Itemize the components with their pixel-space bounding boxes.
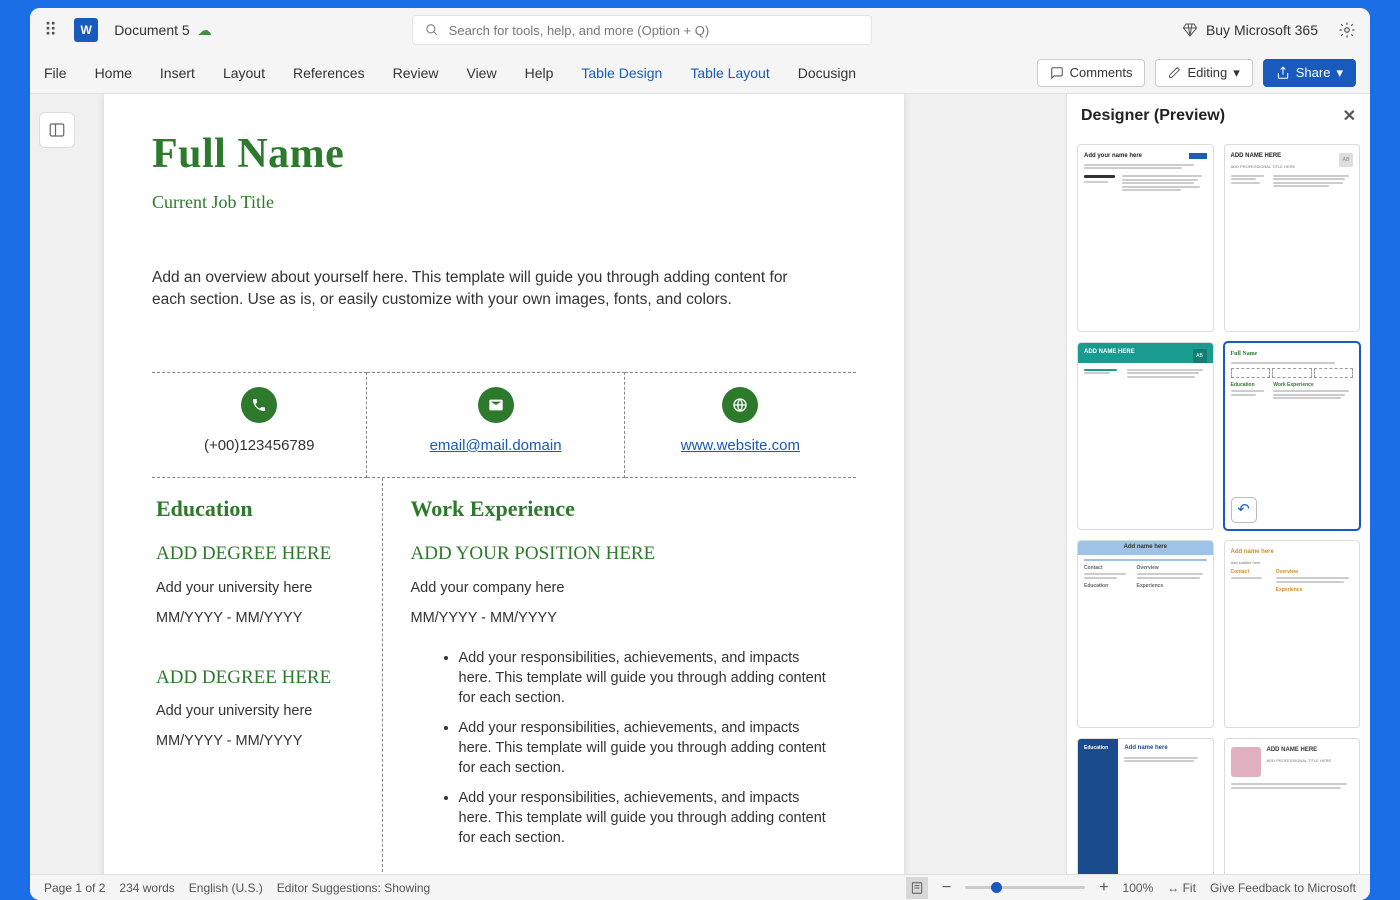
phone-value[interactable]: (+00)123456789 [204, 437, 315, 454]
bullet-3[interactable]: Add your responsibilities, achievements,… [459, 788, 833, 848]
designer-panel: Designer (Preview) ✕ Add your name here … [1066, 94, 1370, 874]
chevron-down-icon: ▾ [1233, 65, 1240, 81]
email-value[interactable]: email@mail.domain [430, 437, 562, 454]
tab-docusign[interactable]: Docusign [798, 65, 856, 81]
comments-button[interactable]: Comments [1037, 59, 1146, 87]
document-page[interactable]: Full Name Current Job Title Add an overv… [104, 94, 904, 874]
position-1[interactable]: ADD YOUR POSITION HERE [411, 542, 833, 566]
settings-icon[interactable] [1338, 21, 1356, 39]
design-thumb-8[interactable]: ADD NAME HEREADD PROFESSIONAL TITLE HERE [1224, 738, 1361, 874]
tab-references[interactable]: References [293, 65, 365, 81]
contact-website-cell[interactable]: www.website.com [624, 372, 856, 477]
body-table[interactable]: Education ADD DEGREE HERE Add your unive… [152, 478, 856, 874]
work-bullets[interactable]: Add your responsibilities, achievements,… [411, 648, 833, 848]
work-experience-cell[interactable]: Work Experience ADD YOUR POSITION HERE A… [382, 478, 856, 874]
design-thumb-2[interactable]: ADD NAME HERE AB ADD PROFESSIONAL TITLE … [1224, 144, 1361, 332]
edu-dates-1[interactable]: MM/YYYY - MM/YYYY [156, 610, 358, 626]
education-heading[interactable]: Education [156, 496, 358, 522]
word-count[interactable]: 234 words [119, 881, 174, 895]
job-title[interactable]: Current Job Title [152, 192, 856, 213]
navigation-pane-button[interactable] [39, 112, 75, 148]
language-indicator[interactable]: English (U.S.) [189, 881, 263, 895]
cloud-saved-icon: ☁ [198, 22, 212, 39]
contact-phone-cell[interactable]: (+00)123456789 [152, 372, 367, 477]
education-cell[interactable]: Education ADD DEGREE HERE Add your unive… [152, 478, 382, 874]
left-rail [30, 94, 84, 874]
chevron-down-icon: ▾ [1336, 65, 1343, 81]
design-thumb-1[interactable]: Add your name here [1077, 144, 1214, 332]
search-placeholder: Search for tools, help, and more (Option… [449, 23, 710, 38]
search-input[interactable]: Search for tools, help, and more (Option… [412, 15, 872, 45]
document-canvas[interactable]: Full Name Current Job Title Add an overv… [84, 94, 1066, 874]
bullet-2[interactable]: Add your responsibilities, achievements,… [459, 718, 833, 778]
zoom-slider[interactable] [965, 886, 1085, 889]
zoom-out-button[interactable]: − [942, 879, 951, 897]
design-thumb-6[interactable]: Add name here Add subtitle here ContactO… [1224, 540, 1361, 728]
company-1[interactable]: Add your company here [411, 580, 833, 596]
ribbon-tabs: File Home Insert Layout References Revie… [44, 65, 856, 81]
diamond-icon [1182, 22, 1198, 38]
degree-2[interactable]: ADD DEGREE HERE [156, 666, 358, 690]
feedback-link[interactable]: Give Feedback to Microsoft [1210, 881, 1356, 895]
page-indicator[interactable]: Page 1 of 2 [44, 881, 105, 895]
bullet-1[interactable]: Add your responsibilities, achievements,… [459, 648, 833, 708]
app-window: ⠿ W Document 5 ☁ Search for tools, help,… [30, 8, 1370, 900]
design-thumb-7[interactable]: EducationAdd name here [1077, 738, 1214, 874]
full-name[interactable]: Full Name [152, 130, 856, 178]
tab-table-design[interactable]: Table Design [581, 65, 662, 81]
contact-email-cell[interactable]: email@mail.domain [367, 372, 624, 477]
phone-icon [241, 387, 277, 423]
tab-help[interactable]: Help [525, 65, 554, 81]
work-heading[interactable]: Work Experience [411, 496, 833, 522]
app-launcher-icon[interactable]: ⠿ [44, 20, 54, 41]
work-dates-1[interactable]: MM/YYYY - MM/YYYY [411, 610, 833, 626]
tab-insert[interactable]: Insert [160, 65, 195, 81]
tab-file[interactable]: File [44, 65, 67, 81]
word-logo-icon: W [74, 18, 98, 42]
title-bar: ⠿ W Document 5 ☁ Search for tools, help,… [30, 8, 1370, 52]
design-thumb-3[interactable]: ADD NAME HEREAB [1077, 342, 1214, 530]
tab-layout[interactable]: Layout [223, 65, 265, 81]
tab-review[interactable]: Review [393, 65, 439, 81]
ribbon: File Home Insert Layout References Revie… [30, 52, 1370, 94]
status-bar: Page 1 of 2 234 words English (U.S.) Edi… [30, 874, 1370, 900]
tab-view[interactable]: View [466, 65, 496, 81]
undo-icon[interactable]: ↶ [1231, 497, 1257, 523]
designer-title: Designer (Preview) [1081, 107, 1225, 125]
search-icon [425, 23, 439, 37]
main-area: Full Name Current Job Title Add an overv… [30, 94, 1370, 874]
contact-table[interactable]: (+00)123456789 email@mail.domain [152, 372, 856, 478]
document-title[interactable]: Document 5 [114, 22, 189, 38]
website-value[interactable]: www.website.com [681, 437, 800, 454]
university-1[interactable]: Add your university here [156, 580, 358, 596]
share-button[interactable]: Share ▾ [1263, 59, 1356, 87]
tab-home[interactable]: Home [95, 65, 132, 81]
design-thumb-4-selected[interactable]: Full Name EducationWork Experience ↶ [1224, 342, 1361, 530]
edu-dates-2[interactable]: MM/YYYY - MM/YYYY [156, 733, 358, 749]
designer-thumbnails: Add your name here ADD NAME HERE AB ADD … [1067, 138, 1370, 874]
overview-text[interactable]: Add an overview about yourself here. Thi… [152, 267, 812, 312]
editor-suggestions[interactable]: Editor Suggestions: Showing [277, 881, 430, 895]
degree-1[interactable]: ADD DEGREE HERE [156, 542, 358, 566]
globe-icon [722, 387, 758, 423]
close-icon[interactable]: ✕ [1343, 106, 1356, 126]
zoom-in-button[interactable]: + [1099, 879, 1108, 897]
reading-view-button[interactable] [906, 877, 928, 899]
zoom-level[interactable]: 100% [1123, 881, 1154, 895]
buy-365-button[interactable]: Buy Microsoft 365 [1182, 22, 1318, 38]
email-icon [478, 387, 514, 423]
fit-button[interactable]: ↔ Fit [1167, 881, 1196, 895]
university-2[interactable]: Add your university here [156, 703, 358, 719]
editing-mode-button[interactable]: Editing ▾ [1155, 59, 1252, 87]
tab-table-layout[interactable]: Table Layout [690, 65, 769, 81]
design-thumb-5[interactable]: Add name here ContactEducationOverviewEx… [1077, 540, 1214, 728]
